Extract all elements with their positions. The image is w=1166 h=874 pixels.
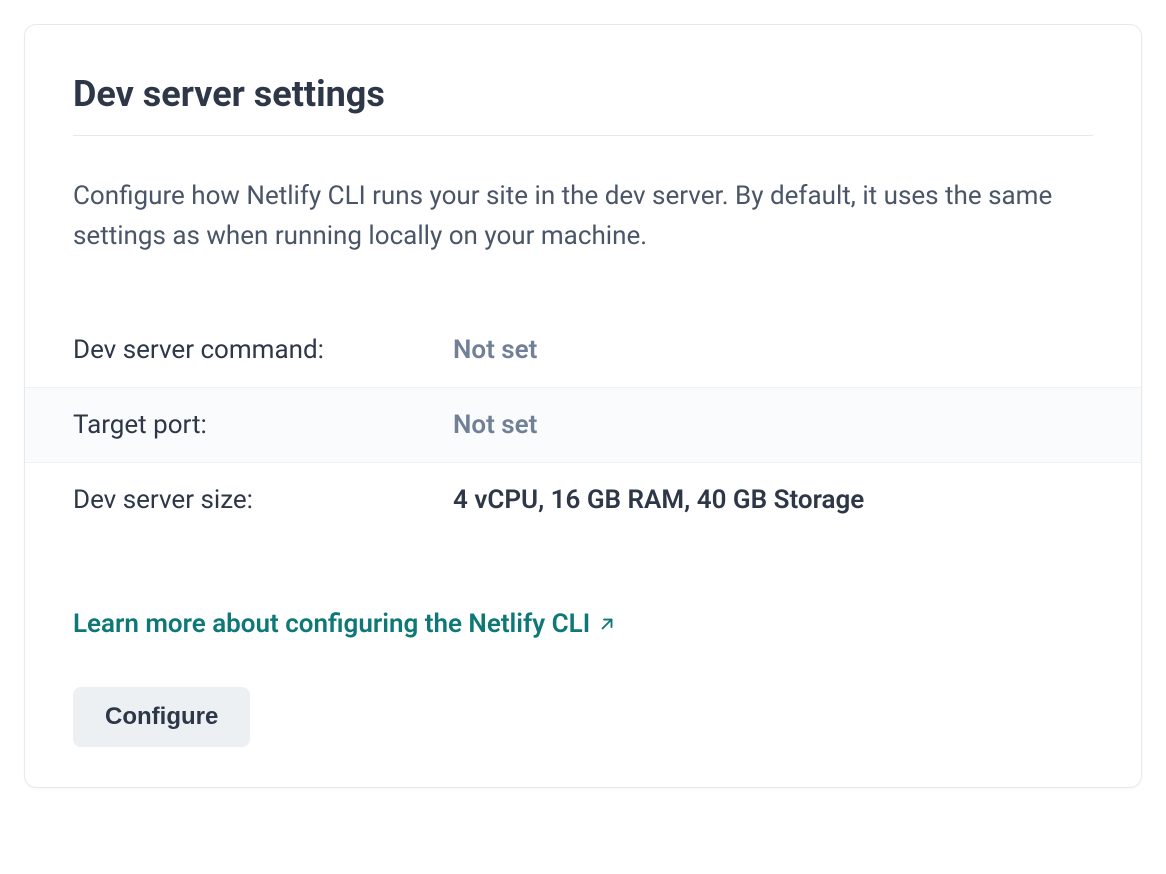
learn-more-link-text: Learn more about configuring the Netlify… (73, 609, 590, 639)
dev-server-settings-card: Dev server settings Configure how Netlif… (24, 24, 1142, 788)
settings-value-command: Not set (453, 335, 1093, 365)
settings-value-port: Not set (453, 410, 1093, 440)
card-description: Configure how Netlify CLI runs your site… (73, 176, 1093, 257)
configure-button[interactable]: Configure (73, 687, 250, 747)
external-link-icon (598, 615, 616, 633)
settings-label-size: Dev server size: (73, 485, 453, 515)
settings-row-size: Dev server size: 4 vCPU, 16 GB RAM, 40 G… (25, 463, 1141, 537)
settings-label-command: Dev server command: (73, 335, 453, 365)
settings-row-command: Dev server command: Not set (25, 313, 1141, 387)
settings-value-size: 4 vCPU, 16 GB RAM, 40 GB Storage (453, 485, 1093, 515)
button-row: Configure (73, 687, 1093, 747)
settings-table: Dev server command: Not set Target port:… (25, 313, 1141, 537)
settings-row-port: Target port: Not set (25, 387, 1141, 463)
card-title: Dev server settings (73, 73, 1093, 136)
learn-more-link[interactable]: Learn more about configuring the Netlify… (73, 609, 616, 639)
settings-label-port: Target port: (73, 410, 453, 440)
